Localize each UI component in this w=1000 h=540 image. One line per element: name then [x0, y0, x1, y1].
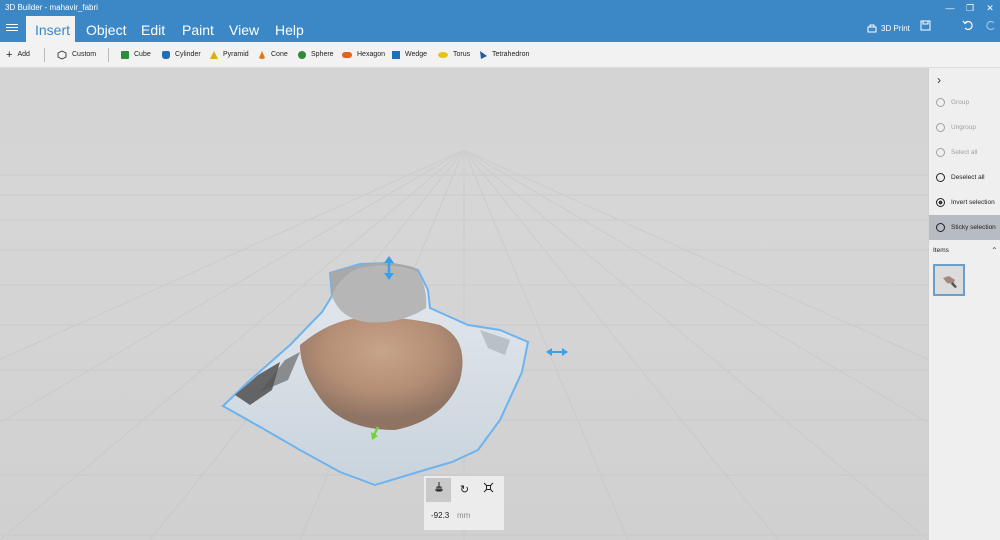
cube-label: Cube [134, 51, 151, 58]
3d-print-label: 3D Print [881, 24, 910, 33]
scale-tool-button[interactable] [476, 478, 501, 502]
ungroup-icon [936, 123, 945, 132]
3d-print-button[interactable]: 3D Print [867, 20, 910, 38]
redo-icon [986, 20, 995, 31]
bust-thumbnail-icon [943, 276, 957, 288]
window-title: 3D Builder - mahavir_fabri [5, 3, 98, 12]
cube-button[interactable]: Cube [121, 49, 151, 61]
wedge-icon [392, 51, 400, 59]
cone-icon [259, 51, 265, 59]
items-heading: Items [933, 247, 949, 254]
hexagon-button[interactable]: Hexagon [342, 49, 385, 61]
custom-button[interactable]: Custom [57, 49, 96, 61]
wedge-button[interactable]: Wedge [392, 49, 427, 61]
redo-button[interactable] [986, 20, 997, 38]
move-horizontal-gizmo[interactable] [546, 348, 568, 356]
tab-edit[interactable]: Edit [141, 16, 165, 42]
invert-selection-label: Invert selection [951, 199, 995, 206]
item-thumbnail[interactable] [933, 264, 965, 296]
toolbar-divider [108, 48, 109, 62]
wedge-label: Wedge [405, 51, 428, 58]
hexagon-icon [342, 52, 352, 58]
add-button[interactable]: + Add [6, 49, 30, 61]
group-icon [936, 98, 945, 107]
menu-bar: Insert Object Edit Paint View Help 3D Pr… [0, 16, 1000, 42]
tetrahedron-label: Tetrahedron [492, 51, 530, 58]
select-all-icon [936, 148, 945, 157]
rotate-tool-button[interactable]: ↻ [452, 478, 477, 502]
ungroup-button[interactable]: Ungroup [929, 115, 1000, 140]
tetrahedron-icon [480, 51, 487, 59]
tab-view[interactable]: View [229, 16, 259, 42]
deselect-all-icon [936, 173, 945, 182]
sticky-selection-button[interactable]: Sticky selection [929, 215, 1000, 240]
sticky-selection-label: Sticky selection [951, 224, 996, 231]
hamburger-menu-icon[interactable] [6, 22, 18, 34]
cylinder-button[interactable]: Cylinder [162, 49, 201, 61]
sphere-button[interactable]: Sphere [298, 49, 334, 61]
group-button[interactable]: Group [929, 90, 1000, 115]
cone-button[interactable]: Cone [258, 49, 288, 61]
transform-value-field[interactable]: -92.3 [431, 511, 449, 520]
cube-icon [121, 51, 129, 59]
collapse-panel-chevron-icon[interactable]: › [937, 73, 941, 87]
invert-selection-icon [936, 198, 945, 207]
pyramid-button[interactable]: Pyramid [210, 49, 249, 61]
restore-button[interactable]: ❐ [960, 0, 980, 16]
rotate-icon: ↻ [459, 484, 470, 496]
cone-label: Cone [271, 51, 288, 58]
title-bar: 3D Builder - mahavir_fabri — ❐ ✕ [0, 0, 1000, 16]
close-button[interactable]: ✕ [980, 0, 1000, 16]
sticky-selection-icon [936, 223, 945, 232]
hexagon-label: Hexagon [357, 51, 386, 58]
sphere-label: Sphere [311, 51, 334, 58]
undo-button[interactable] [962, 20, 973, 38]
save-button[interactable] [920, 20, 931, 38]
cylinder-icon [162, 51, 170, 59]
invert-selection-button[interactable]: Invert selection [929, 190, 1000, 215]
tab-paint[interactable]: Paint [182, 16, 214, 42]
tab-help[interactable]: Help [275, 16, 304, 42]
3d-viewport[interactable] [0, 68, 928, 540]
deselect-all-label: Deselect all [951, 174, 985, 181]
group-label: Group [951, 99, 970, 106]
insert-toolbar: + Add Custom Cube Cylinder Pyramid Cone … [0, 42, 1000, 68]
select-all-button[interactable]: Select all [929, 140, 1000, 165]
save-icon [920, 20, 931, 31]
tetrahedron-button[interactable]: Tetrahedron [479, 49, 529, 61]
tab-object[interactable]: Object [86, 16, 126, 42]
selection-panel: › Group Ungroup Select all Deselect all … [928, 68, 1000, 540]
add-label: Add [17, 51, 30, 58]
bust-model[interactable] [221, 261, 530, 487]
cylinder-label: Cylinder [175, 51, 201, 58]
printer-icon [867, 24, 877, 33]
undo-icon [962, 20, 973, 31]
move-tool-button[interactable] [426, 478, 451, 502]
scene-canvas[interactable] [0, 68, 928, 540]
pyramid-label: Pyramid [223, 51, 249, 58]
plus-icon: + [6, 49, 13, 61]
ungroup-label: Ungroup [951, 124, 976, 131]
collapse-items-chevron-icon[interactable]: ⌃ [991, 246, 998, 255]
tab-insert[interactable]: Insert [26, 16, 75, 42]
toolbar-divider [44, 48, 45, 62]
torus-button[interactable]: Torus [438, 49, 470, 61]
custom-shape-icon [57, 50, 67, 60]
torus-label: Torus [453, 51, 471, 58]
move-icon [434, 482, 443, 492]
minimize-button[interactable]: — [940, 0, 960, 16]
custom-label: Custom [72, 51, 97, 58]
pyramid-icon [210, 51, 218, 59]
sphere-icon [298, 51, 306, 59]
scale-icon [483, 482, 494, 493]
transform-unit: mm [457, 511, 471, 520]
transform-panel: ↻ -92.3 mm [424, 476, 504, 530]
deselect-all-button[interactable]: Deselect all [929, 165, 1000, 190]
select-all-label: Select all [951, 149, 978, 156]
torus-icon [438, 52, 448, 58]
